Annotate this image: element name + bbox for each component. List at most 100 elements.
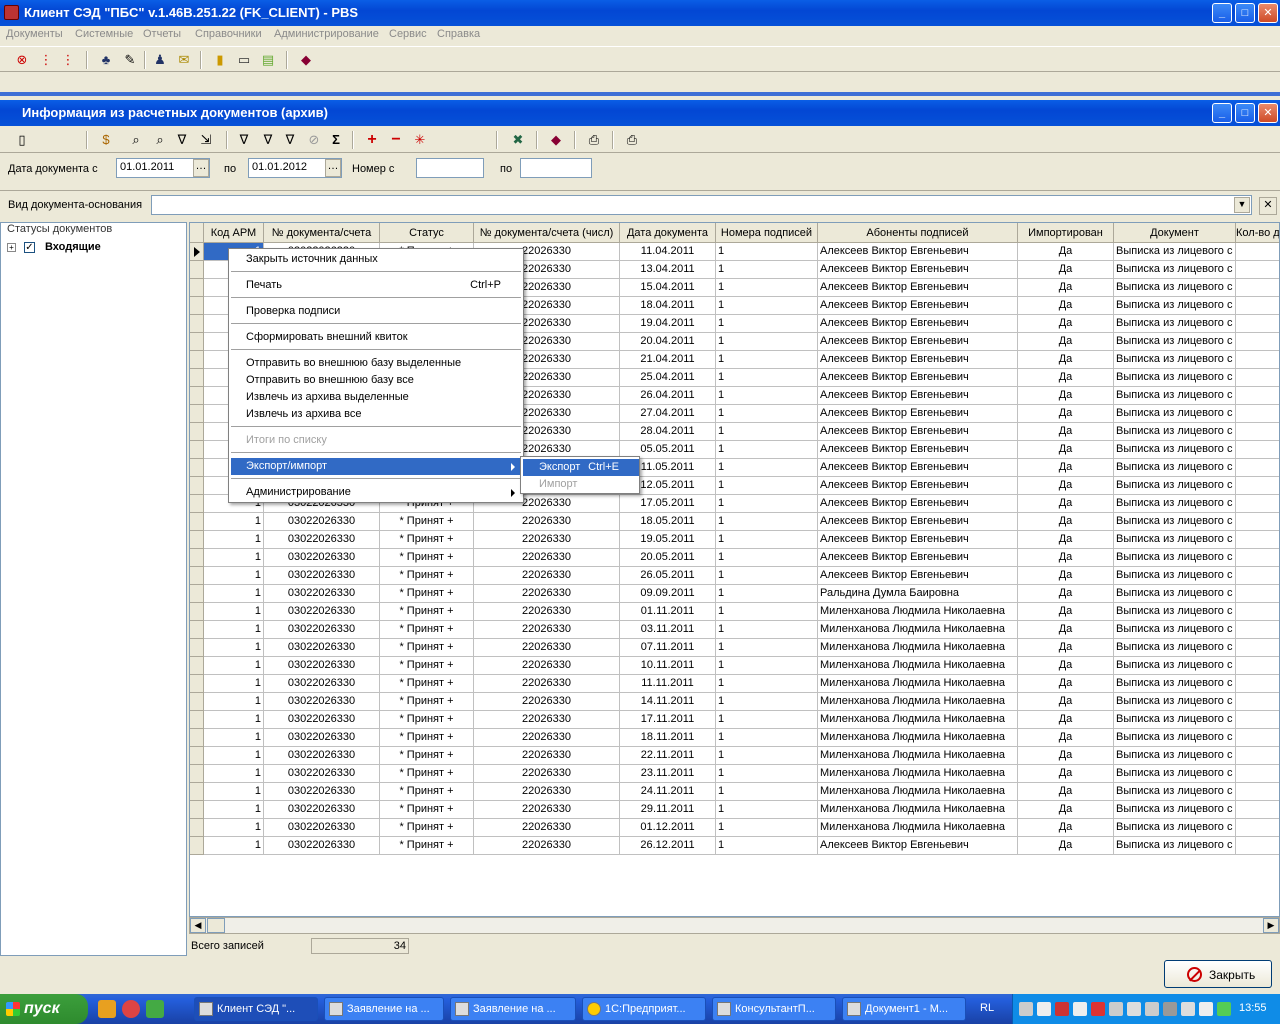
cell-imported[interactable]: Да: [1018, 513, 1114, 531]
cell-date[interactable]: 11.04.2011: [620, 243, 716, 261]
cell-signatures[interactable]: 1: [716, 711, 818, 729]
cell-status[interactable]: * Принят +: [380, 639, 474, 657]
cell-number[interactable]: 22026330: [474, 819, 620, 837]
cell-document[interactable]: Выписка из лицевого с: [1114, 495, 1236, 513]
cell-signatures[interactable]: 1: [716, 423, 818, 441]
mail-icon[interactable]: ✉: [174, 50, 194, 70]
cell-status[interactable]: * Принят +: [380, 819, 474, 837]
cell-arm[interactable]: 1: [204, 711, 264, 729]
cell-imported[interactable]: Да: [1018, 747, 1114, 765]
cell-document[interactable]: Выписка из лицевого с: [1114, 603, 1236, 621]
cell-account[interactable]: 03022026330: [264, 603, 380, 621]
taskbar-button-doc2[interactable]: Заявление на ...: [450, 997, 576, 1021]
asterisk-icon[interactable]: ✳: [410, 130, 430, 150]
cell-document[interactable]: Выписка из лицевого с: [1114, 333, 1236, 351]
cell-subscribers[interactable]: Миленханова Людмила Николаевна: [818, 765, 1018, 783]
cell-subscribers[interactable]: Алексеев Виктор Евгеньевич: [818, 315, 1018, 333]
cell-status[interactable]: * Принят +: [380, 513, 474, 531]
cell-status[interactable]: * Принят +: [380, 801, 474, 819]
cell-imported[interactable]: Да: [1018, 531, 1114, 549]
cell-account[interactable]: 03022026330: [264, 657, 380, 675]
org-icon[interactable]: ♣: [96, 50, 116, 70]
row-indicator[interactable]: [190, 279, 204, 297]
cell-status[interactable]: * Принят +: [380, 531, 474, 549]
close-button[interactable]: Закрыть: [1164, 960, 1272, 988]
cell-subscribers[interactable]: Алексеев Виктор Евгеньевич: [818, 297, 1018, 315]
child-minimize-button[interactable]: _: [1212, 103, 1232, 123]
cell-imported[interactable]: Да: [1018, 783, 1114, 801]
cell-number[interactable]: 22026330: [474, 711, 620, 729]
cell-imported[interactable]: Да: [1018, 729, 1114, 747]
row-indicator[interactable]: [190, 639, 204, 657]
cell-signatures[interactable]: 1: [716, 747, 818, 765]
language-indicator[interactable]: RL: [980, 1002, 994, 1014]
cell-imported[interactable]: Да: [1018, 279, 1114, 297]
cell-doc-count[interactable]: [1236, 459, 1279, 477]
cell-document[interactable]: Выписка из лицевого с: [1114, 405, 1236, 423]
cell-date[interactable]: 10.11.2011: [620, 657, 716, 675]
cell-subscribers[interactable]: Алексеев Виктор Евгеньевич: [818, 549, 1018, 567]
cell-status[interactable]: * Принят +: [380, 603, 474, 621]
table-row[interactable]: 1 03022026330 * Принят +22026330 23.11.2011…: [190, 765, 1279, 783]
row-indicator[interactable]: [190, 585, 204, 603]
row-indicator[interactable]: [190, 513, 204, 531]
cell-date[interactable]: 27.04.2011: [620, 405, 716, 423]
cell-subscribers[interactable]: Миленханова Людмила Николаевна: [818, 711, 1018, 729]
cell-number[interactable]: 22026330: [474, 729, 620, 747]
tray-icon[interactable]: [1091, 1002, 1105, 1016]
cell-arm[interactable]: 1: [204, 657, 264, 675]
cell-subscribers[interactable]: Миленханова Людмила Николаевна: [818, 801, 1018, 819]
help-book-icon[interactable]: ◆: [546, 130, 566, 150]
cell-number[interactable]: 22026330: [474, 639, 620, 657]
table-row[interactable]: 1 03022026330 * Принят +22026330 26.05.2011…: [190, 567, 1279, 585]
cell-signatures[interactable]: 1: [716, 387, 818, 405]
cell-date[interactable]: 03.11.2011: [620, 621, 716, 639]
table-row[interactable]: 1 03022026330 * Принят +22026330 11.11.2011…: [190, 675, 1279, 693]
cell-number[interactable]: 22026330: [474, 585, 620, 603]
cell-arm[interactable]: 1: [204, 783, 264, 801]
scroll-thumb[interactable]: [207, 918, 225, 933]
row-indicator[interactable]: [190, 819, 204, 837]
cell-date[interactable]: 01.12.2011: [620, 819, 716, 837]
start-button[interactable]: пуск: [0, 994, 88, 1024]
cell-subscribers[interactable]: Алексеев Виктор Евгеньевич: [818, 837, 1018, 855]
cell-account[interactable]: 03022026330: [264, 765, 380, 783]
cell-doc-count[interactable]: [1236, 405, 1279, 423]
menu-item-external-receipt[interactable]: Сформировать внешний квиток: [231, 329, 521, 346]
quicklaunch-icon[interactable]: [98, 1000, 116, 1018]
cell-document[interactable]: Выписка из лицевого с: [1114, 459, 1236, 477]
cell-subscribers[interactable]: Миленханова Людмила Николаевна: [818, 675, 1018, 693]
cell-date[interactable]: 26.12.2011: [620, 837, 716, 855]
cell-document[interactable]: Выписка из лицевого с: [1114, 369, 1236, 387]
menu-item-send-all[interactable]: Отправить во внешнюю базу все: [231, 372, 521, 389]
row-indicator[interactable]: [190, 315, 204, 333]
cell-status[interactable]: * Принят +: [380, 693, 474, 711]
cell-subscribers[interactable]: Миленханова Людмила Николаевна: [818, 693, 1018, 711]
cell-doc-count[interactable]: [1236, 819, 1279, 837]
cell-signatures[interactable]: 1: [716, 639, 818, 657]
cell-date[interactable]: 22.11.2011: [620, 747, 716, 765]
cell-status[interactable]: * Принят +: [380, 549, 474, 567]
table-row[interactable]: 1 03022026330 * Принят +22026330 24.11.2011…: [190, 783, 1279, 801]
cell-date[interactable]: 11.11.2011: [620, 675, 716, 693]
cell-document[interactable]: Выписка из лицевого с: [1114, 513, 1236, 531]
filter-eq-icon[interactable]: ∇: [234, 130, 254, 150]
submenu-item-export[interactable]: Экспорт Ctrl+E: [523, 459, 639, 476]
cell-doc-count[interactable]: [1236, 657, 1279, 675]
cell-date[interactable]: 07.11.2011: [620, 639, 716, 657]
cell-date[interactable]: 26.04.2011: [620, 387, 716, 405]
cell-subscribers[interactable]: Алексеев Виктор Евгеньевич: [818, 243, 1018, 261]
cell-doc-count[interactable]: [1236, 531, 1279, 549]
cell-status[interactable]: * Принят +: [380, 711, 474, 729]
cell-date[interactable]: 26.05.2011: [620, 567, 716, 585]
find-icon[interactable]: ⌕: [126, 130, 146, 150]
cell-number[interactable]: 22026330: [474, 531, 620, 549]
cell-imported[interactable]: Да: [1018, 387, 1114, 405]
cell-subscribers[interactable]: Ральдина Думла Баировна: [818, 585, 1018, 603]
cell-doc-count[interactable]: [1236, 639, 1279, 657]
col-subscribers[interactable]: Абоненты подписей: [818, 223, 1018, 243]
cell-signatures[interactable]: 1: [716, 495, 818, 513]
cell-signatures[interactable]: 1: [716, 315, 818, 333]
cell-date[interactable]: 15.04.2011: [620, 279, 716, 297]
cell-doc-count[interactable]: [1236, 333, 1279, 351]
